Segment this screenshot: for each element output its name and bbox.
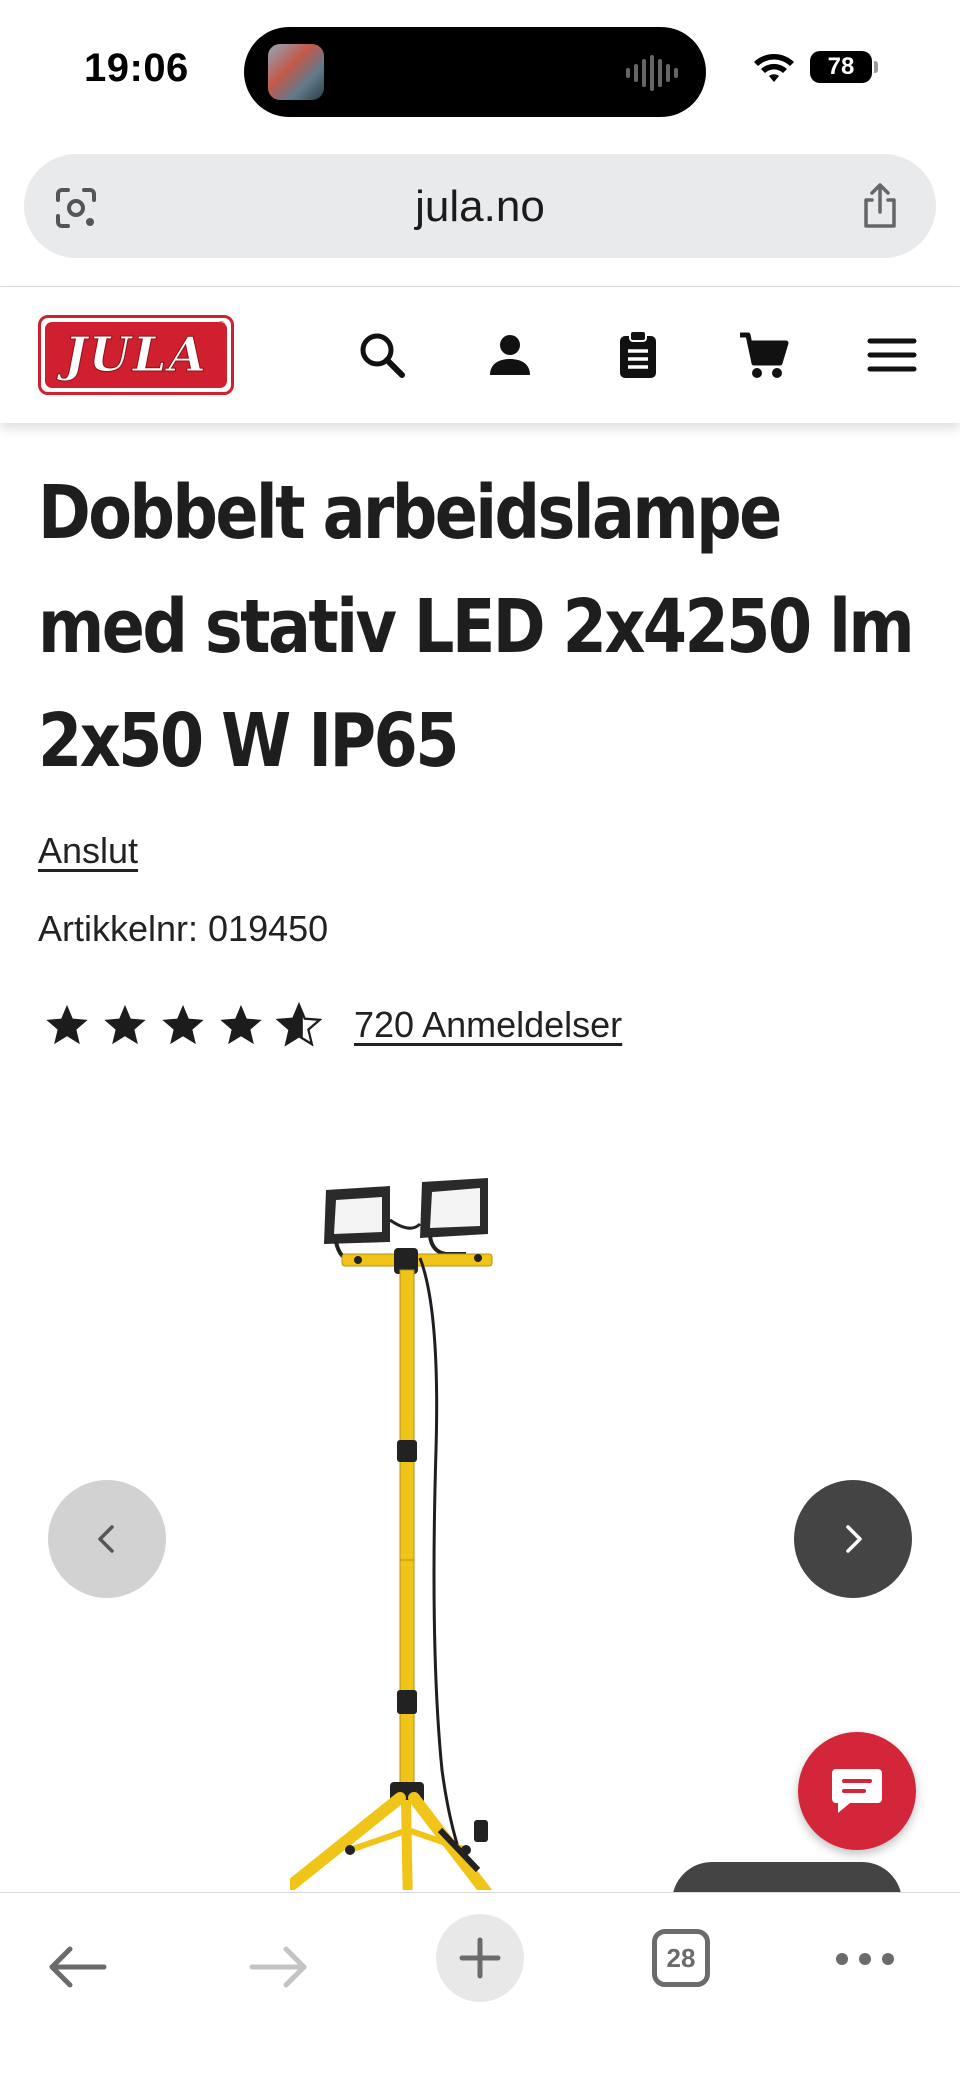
logo-badge: JULA (45, 322, 227, 388)
product-title: Dobbelt arbeidslampe med stativ LED 2x42… (38, 456, 915, 798)
status-indicators: 78 (752, 50, 878, 84)
star-icon (220, 1004, 262, 1045)
star-icon (46, 1004, 88, 1045)
product-title-line: 2x50 W IP65 (38, 698, 459, 784)
chat-bubble-icon (832, 1769, 882, 1813)
product-title-line: Dobbelt arbeidslampe (38, 470, 782, 556)
gallery-prev-button[interactable] (48, 1480, 166, 1598)
gallery-next-button[interactable] (794, 1480, 912, 1598)
star-half-icon (276, 1002, 322, 1047)
forward-arrow-icon[interactable] (248, 1943, 310, 1991)
brand-link[interactable]: Anslut (38, 830, 138, 872)
product-image-work-lamp (290, 1178, 493, 1890)
article-number: Artikkelnr: 019450 (38, 908, 329, 949)
menu-icon[interactable] (866, 329, 918, 381)
chat-button[interactable] (798, 1732, 916, 1850)
star-icon (162, 1004, 204, 1045)
search-icon[interactable] (356, 329, 408, 381)
address-bar[interactable]: jula.no (24, 154, 936, 258)
dynamic-island[interactable] (244, 27, 706, 117)
status-bar: 19:06 78 (0, 0, 960, 140)
star-icon (104, 1004, 146, 1045)
url-text[interactable]: jula.no (24, 182, 936, 232)
status-time: 19:06 (84, 46, 189, 90)
now-playing-thumbnail (268, 44, 324, 100)
reviews-link[interactable]: 720 Anmeldelser (354, 1004, 622, 1046)
plus-icon (459, 1937, 501, 1979)
product-title-line: med stativ LED 2x4250 lm (38, 584, 915, 670)
battery-indicator: 78 (810, 51, 878, 83)
jula-logo[interactable]: JULA ® (38, 315, 234, 395)
site-header: JULA ® (0, 287, 960, 423)
share-icon[interactable] (858, 182, 902, 230)
audio-wave-icon (626, 55, 678, 91)
rating[interactable]: 720 Anmeldelser (44, 1002, 622, 1048)
more-icon[interactable] (834, 1949, 896, 1969)
chevron-right-icon (846, 1525, 862, 1553)
tabs-button[interactable]: 28 (652, 1929, 710, 1987)
clipboard-icon[interactable] (612, 329, 664, 381)
wifi-icon (754, 54, 794, 82)
browser-toolbar: 28 (0, 1892, 960, 2081)
user-icon[interactable] (484, 329, 536, 381)
new-tab-button[interactable] (436, 1914, 524, 2002)
registered-mark: ® (217, 320, 225, 331)
logo-text: JULA (64, 327, 208, 384)
back-arrow-icon[interactable] (46, 1943, 108, 1991)
chevron-left-icon (98, 1525, 114, 1553)
cart-icon[interactable] (738, 329, 790, 381)
